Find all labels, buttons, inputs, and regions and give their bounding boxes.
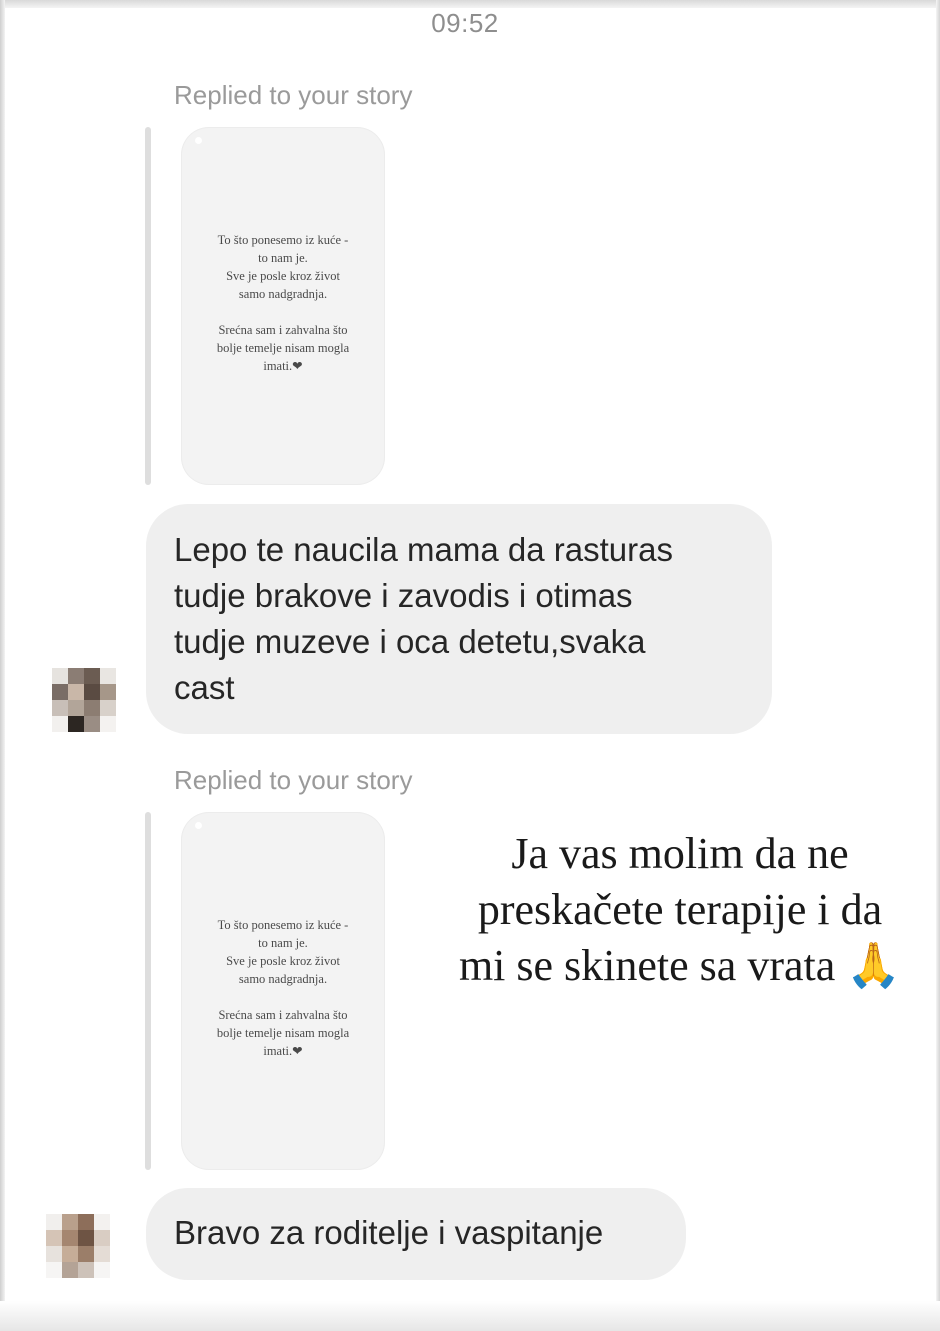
overlay-caption: Ja vas molim da ne preskačete terapije i… xyxy=(458,829,902,990)
sender-avatar[interactable] xyxy=(52,668,116,732)
message-bubble[interactable]: Lepo te naucila mama da rasturas tudje b… xyxy=(146,504,772,734)
replied-to-story-label: Replied to your story xyxy=(174,765,413,795)
story-indicator-dot xyxy=(195,822,202,829)
message-bubble[interactable]: Bravo za roditelje i vaspitanje xyxy=(146,1188,686,1280)
story-preview-card[interactable]: To što ponesemo iz kuće - to nam je. Sve… xyxy=(181,127,385,485)
story-preview-card[interactable]: To što ponesemo iz kuće - to nam je. Sve… xyxy=(181,812,385,1170)
replied-to-story-label: Replied to your story xyxy=(174,80,413,110)
screen-top-edge xyxy=(0,0,940,8)
chat-timestamp: 09:52 xyxy=(431,8,499,38)
story-preview-text: To što ponesemo iz kuće - to nam je. Sve… xyxy=(216,233,350,373)
screen-bottom-edge xyxy=(0,1301,940,1331)
screen-right-edge xyxy=(936,0,940,1331)
screen-left-edge xyxy=(0,0,5,1331)
reply-indicator-line xyxy=(145,127,151,485)
reply-indicator-line xyxy=(145,812,151,1170)
story-preview-text: To što ponesemo iz kuće - to nam je. Sve… xyxy=(216,918,350,1058)
sender-avatar[interactable] xyxy=(46,1214,110,1278)
story-indicator-dot xyxy=(195,137,202,144)
